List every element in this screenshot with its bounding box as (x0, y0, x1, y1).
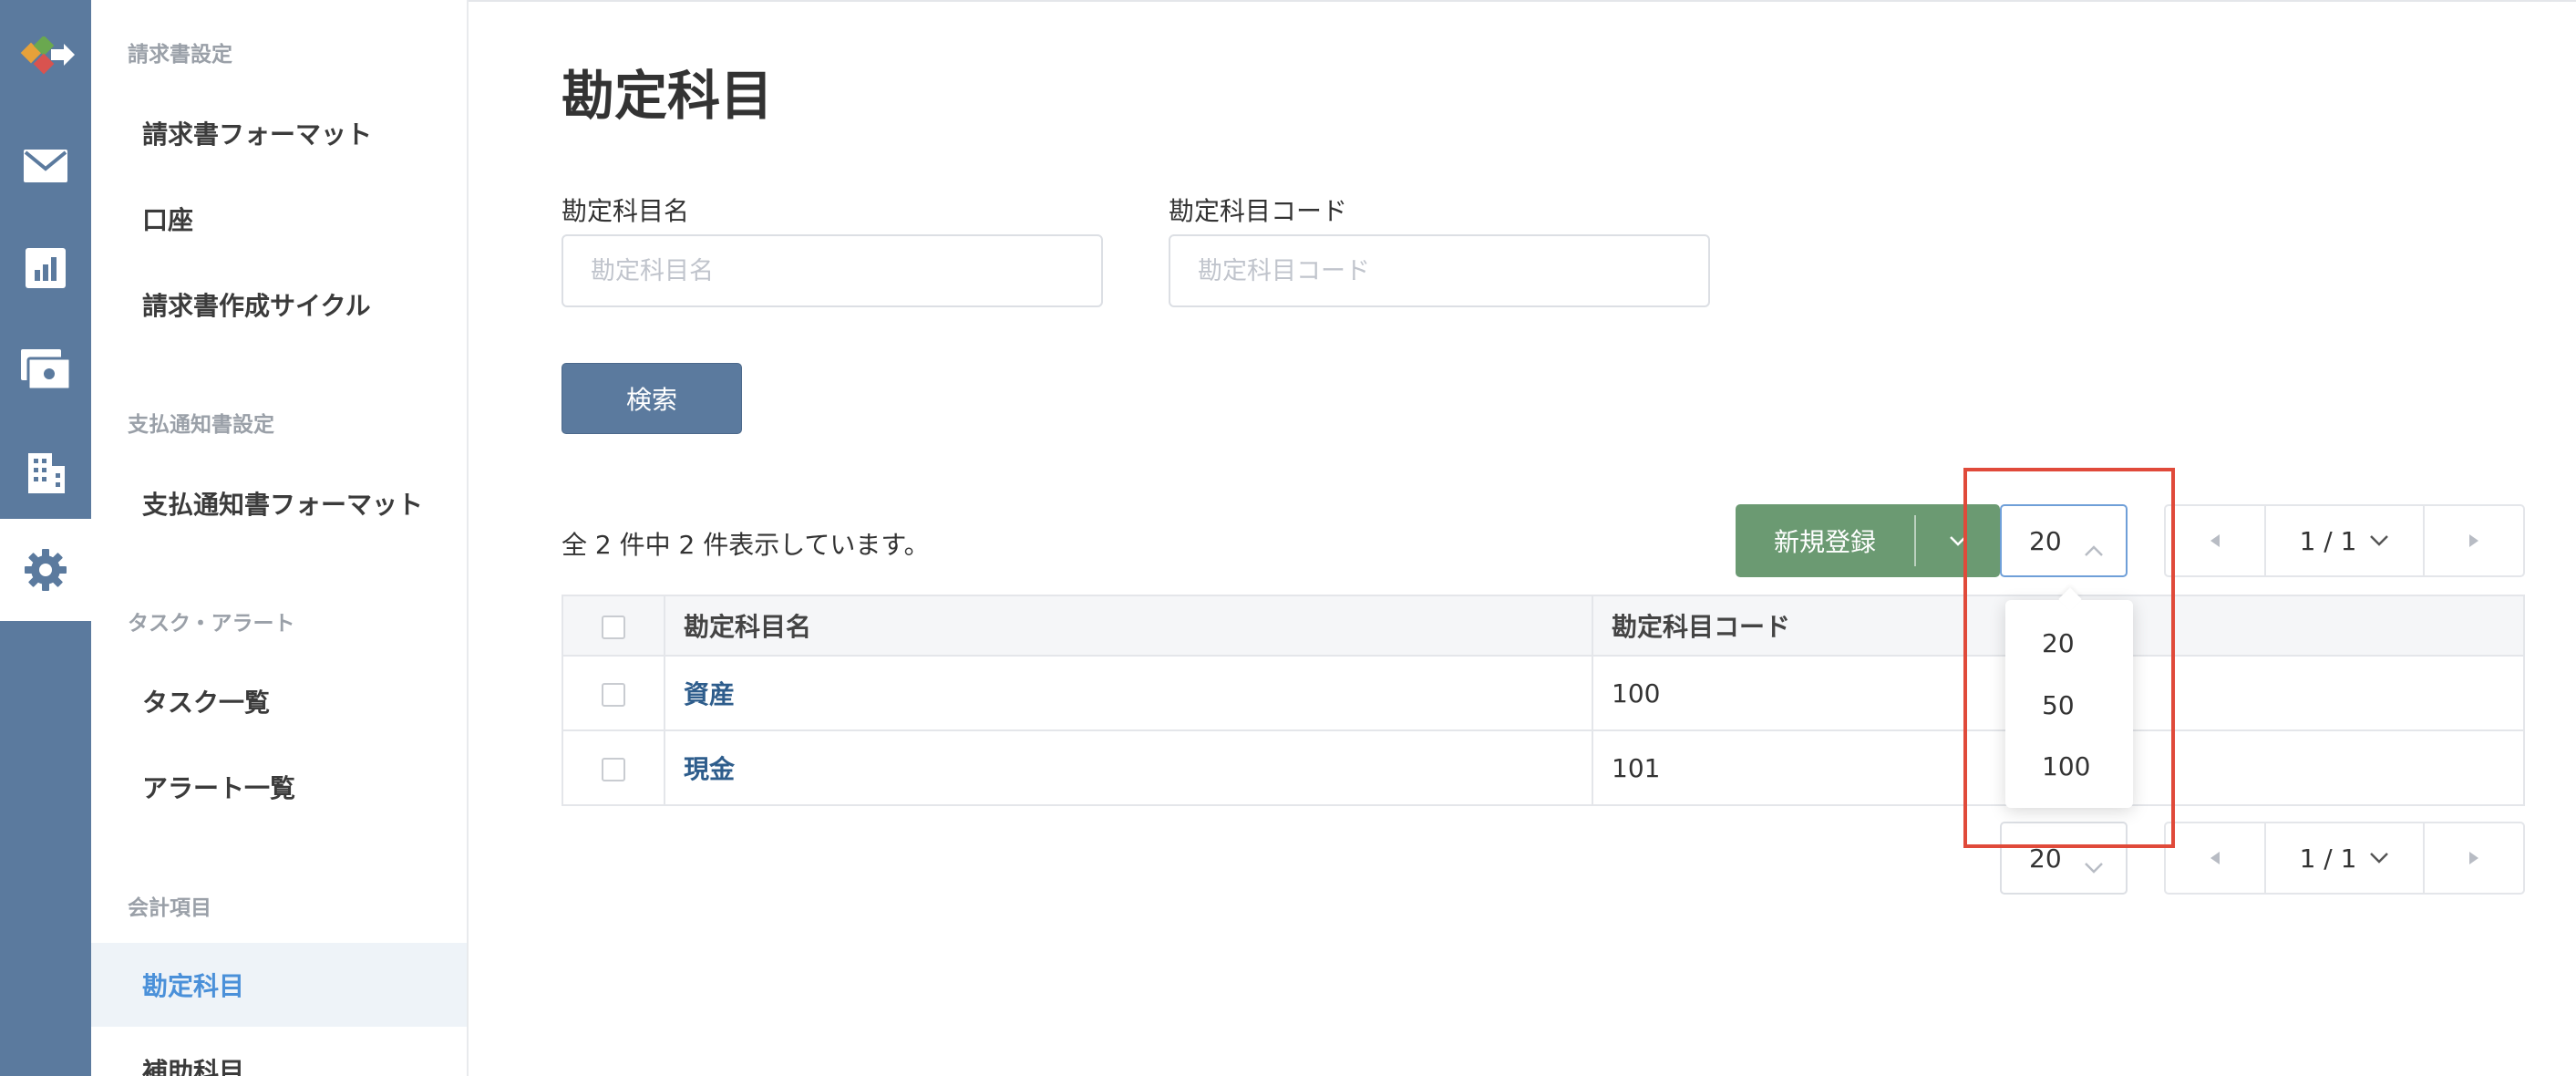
select-all-cell (562, 595, 665, 657)
gear-icon[interactable] (0, 519, 91, 621)
account-name-cell: 現金 (664, 729, 1593, 806)
main-content: 勘定科目 勘定科目名 勘定科目コード 検索 全 2 件中 2 件表示しています。… (469, 0, 2576, 1076)
building-icon[interactable] (0, 421, 91, 523)
page-size-value: 20 (2029, 843, 2062, 874)
app-logo-icon[interactable] (0, 9, 91, 111)
account-code-input[interactable] (1169, 234, 1710, 307)
account-code-label: 勘定科目コード (1169, 196, 1348, 226)
account-name-link[interactable]: 現金 (684, 754, 735, 784)
next-page-button[interactable] (2425, 823, 2523, 893)
row-select-cell (562, 729, 665, 806)
next-page-button[interactable] (2425, 506, 2523, 575)
chevron-down-icon (2370, 535, 2389, 546)
chevron-up-icon (2084, 533, 2104, 564)
page-size-option-100[interactable]: 100 (2005, 736, 2133, 796)
section-title-tasks-alerts: タスク・アラート (128, 612, 295, 636)
current-page: 1 / 1 (2299, 843, 2357, 874)
page-size-select-bottom[interactable]: 20 (2000, 822, 2128, 895)
page-size-option-20[interactable]: 20 (2005, 613, 2133, 673)
sidebar-item-sub-accounts[interactable]: 補助科目 (91, 1029, 467, 1076)
sidebar-item-invoice-format[interactable]: 請求書フォーマット (91, 91, 467, 175)
page-size-dropdown: 20 50 100 (2005, 600, 2133, 808)
account-name-label: 勘定科目名 (562, 196, 690, 226)
new-register-label: 新規登録 (1773, 527, 1876, 557)
pagination-bottom: 1 / 1 (2164, 822, 2525, 895)
prev-page-button[interactable] (2166, 506, 2264, 575)
account-name-input[interactable] (562, 234, 1103, 307)
pagination-top: 1 / 1 (2164, 504, 2525, 577)
section-title-payment-notice: 支払通知書設定 (128, 413, 274, 437)
account-table: 勘定科目名 勘定科目コード 資産 100 現金 101 (562, 595, 2525, 806)
section-title-accounting: 会計項目 (128, 896, 211, 920)
chevron-down-icon (2084, 851, 2104, 881)
row-select-cell (562, 655, 665, 731)
settings-sidebar: 請求書設定 請求書フォーマット 口座 請求書作成サイクル 支払通知書設定 支払通… (91, 0, 469, 1076)
sidebar-item-payment-notice-format[interactable]: 支払通知書フォーマット (91, 461, 467, 545)
sidebar-item-task-list[interactable]: タスク一覧 (91, 659, 467, 743)
table-header-row: 勘定科目名 勘定科目コード (562, 595, 2525, 657)
table-row: 資産 100 (562, 655, 2525, 731)
prev-page-button[interactable] (2166, 823, 2264, 893)
column-header-name[interactable]: 勘定科目名 (664, 595, 1593, 657)
sidebar-item-alert-list[interactable]: アラート一覧 (91, 745, 467, 829)
chevron-down-icon[interactable] (1916, 535, 2000, 546)
search-button[interactable]: 検索 (562, 363, 742, 434)
chart-icon[interactable] (0, 217, 91, 319)
table-row: 現金 101 (562, 729, 2525, 806)
mail-icon[interactable] (0, 115, 91, 217)
chevron-down-icon (2370, 853, 2389, 864)
page-select[interactable]: 1 / 1 (2264, 506, 2425, 575)
sidebar-item-account-titles[interactable]: 勘定科目 (91, 943, 467, 1027)
page-title: 勘定科目 (562, 65, 774, 127)
select-all-checkbox[interactable] (602, 615, 625, 639)
money-icon[interactable] (0, 319, 91, 421)
icon-rail (0, 0, 91, 1076)
account-name-cell: 資産 (664, 655, 1593, 731)
sidebar-item-invoice-cycle[interactable]: 請求書作成サイクル (91, 263, 467, 347)
row-checkbox[interactable] (602, 757, 625, 781)
current-page: 1 / 1 (2299, 525, 2357, 556)
page-select[interactable]: 1 / 1 (2264, 823, 2425, 893)
new-register-button[interactable]: 新規登録 (1736, 504, 2000, 577)
page-size-option-50[interactable]: 50 (2005, 675, 2133, 735)
page-size-value: 20 (2029, 525, 2062, 556)
account-name-link[interactable]: 資産 (684, 679, 735, 709)
sidebar-item-bank-account[interactable]: 口座 (91, 177, 467, 261)
page-size-select[interactable]: 20 (2000, 504, 2128, 577)
result-count: 全 2 件中 2 件表示しています。 (562, 530, 930, 560)
row-checkbox[interactable] (602, 682, 625, 707)
section-title-invoice: 請求書設定 (128, 43, 232, 67)
